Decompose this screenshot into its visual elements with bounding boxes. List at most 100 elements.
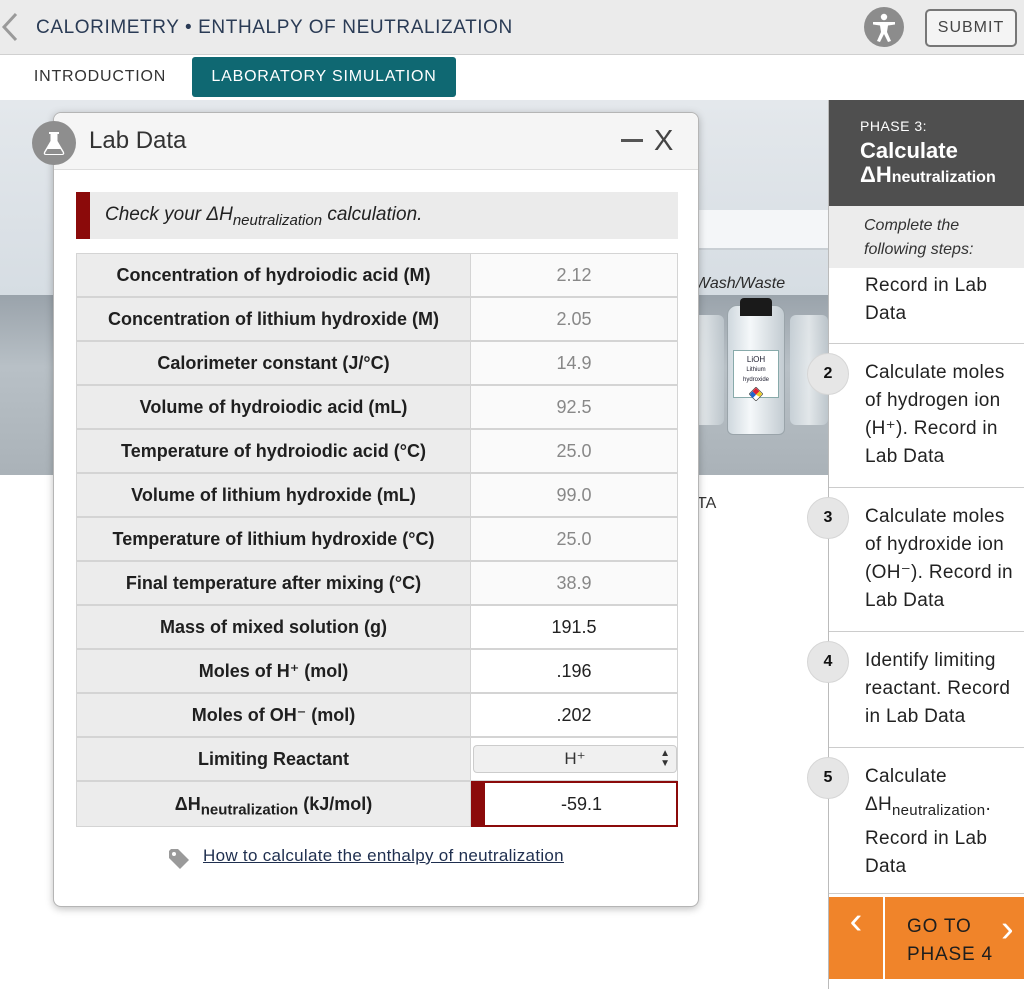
row-label: Temperature of hydroiodic acid (°C) — [77, 430, 471, 472]
accessibility-icon[interactable] — [864, 7, 904, 47]
modal-header: Lab Data X — [32, 113, 698, 170]
app-title: CALORIMETRY • ENTHALPY OF NEUTRALIZATION — [36, 17, 513, 38]
step-number: 4 — [807, 641, 849, 683]
limiting-reactant-select[interactable]: H⁺ ▲ ▼ — [473, 745, 677, 773]
row-value: 25.0 — [471, 430, 677, 472]
lab-data-modal: Lab Data X Check your ΔHneutralization c… — [32, 112, 699, 907]
partial-label: TA — [697, 495, 717, 512]
row-label: Concentration of hydroiodic acid (M) — [77, 254, 471, 296]
tab-introduction[interactable]: INTRODUCTION — [30, 57, 170, 97]
step-text: Record in Lab Data — [865, 275, 988, 324]
phase-header: PHASE 3: Calculate ΔHneutralization — [829, 100, 1024, 206]
table-row: Mass of mixed solution (g) 191.5 — [76, 605, 678, 649]
table-row: Final temperature after mixing (°C) 38.9 — [76, 561, 678, 605]
row-value: 38.9 — [471, 562, 677, 604]
phase-title-word: Calculate — [860, 138, 958, 163]
step-number: 2 — [807, 353, 849, 395]
notice-accent-bar — [76, 192, 90, 239]
row-label-sub: neutralization — [200, 801, 299, 819]
row-label: Limiting Reactant — [77, 738, 471, 780]
error-indicator — [473, 783, 485, 825]
notice-sub: neutralization — [232, 211, 323, 229]
top-bar: CALORIMETRY • ENTHALPY OF NEUTRALIZATION… — [0, 0, 1024, 55]
mass-input[interactable]: 191.5 — [471, 606, 677, 648]
row-label: Final temperature after mixing (°C) — [77, 562, 471, 604]
step-5: 5 Calculate ΔHneutralization. Record in … — [807, 748, 1024, 894]
go-to-phase-4-button[interactable]: ‹ GO TO PHASE 4 › — [829, 897, 1024, 979]
submit-button[interactable]: SUBMIT — [925, 9, 1017, 47]
tag-icon — [169, 849, 189, 869]
modal-title: Lab Data — [89, 127, 187, 154]
table-row: Moles of H⁺ (mol) .196 — [76, 649, 678, 693]
notice-suffix: calculation. — [322, 204, 423, 225]
steps-intro: Complete the following steps: — [829, 206, 1024, 268]
row-label-prefix: ΔH — [174, 794, 201, 814]
row-value: 25.0 — [471, 518, 677, 560]
step-text: Identify limiting reactant. Record in La… — [865, 650, 1011, 727]
step-number: 5 — [807, 757, 849, 799]
row-label: ΔHneutralization (kJ/mol) — [77, 782, 471, 826]
bottle-label-formula: LiOH — [746, 355, 766, 364]
chevron-left-icon[interactable]: ‹ — [829, 897, 885, 979]
row-label: Concentration of lithium hydroxide (M) — [77, 298, 471, 340]
table-row: Concentration of hydroiodic acid (M) 2.1… — [76, 253, 678, 297]
help-link[interactable]: How to calculate the enthalpy of neutral… — [203, 846, 564, 866]
moles-oh-input[interactable]: .202 — [471, 694, 677, 736]
row-value: 2.05 — [471, 298, 677, 340]
flask-icon — [32, 121, 76, 165]
phase-panel: PHASE 3: Calculate ΔHneutralization Comp… — [807, 100, 1024, 989]
step-3: 3 Calculate moles of hydroxide ion (OH⁻)… — [807, 488, 1024, 632]
chevron-right-icon[interactable]: › — [1001, 905, 1014, 953]
chevron-left-icon[interactable] — [0, 12, 20, 42]
phase-title-dh-symbol: ΔH — [860, 162, 892, 187]
minimize-icon[interactable] — [621, 139, 643, 142]
bottle-label: LiOH Lithium hydroxide — [733, 350, 779, 402]
row-label: Mass of mixed solution (g) — [77, 606, 471, 648]
row-label: Moles of OH⁻ (mol) — [77, 694, 471, 736]
tab-laboratory-simulation[interactable]: LABORATORY SIMULATION — [192, 57, 456, 97]
phase-title-sub: neutralization — [891, 169, 996, 186]
phase-title: Calculate ΔHneutralization — [860, 139, 1024, 190]
select-value: H⁺ — [564, 749, 586, 768]
table-row: ΔHneutralization (kJ/mol) -59.1 — [76, 781, 678, 827]
row-label: Moles of H⁺ (mol) — [77, 650, 471, 692]
row-value: 99.0 — [471, 474, 677, 516]
wash-waste-label: Wash/Waste — [695, 275, 786, 292]
table-row: Temperature of hydroiodic acid (°C) 25.0 — [76, 429, 678, 473]
tab-bar: INTRODUCTION LABORATORY SIMULATION — [0, 55, 1024, 100]
notice-text: Check your ΔHneutralization calculation. — [105, 204, 422, 229]
select-arrows-icon: ▲ ▼ — [660, 748, 670, 769]
table-row: Temperature of lithium hydroxide (°C) 25… — [76, 517, 678, 561]
enthalpy-input[interactable]: -59.1 — [471, 781, 678, 827]
row-label: Temperature of lithium hydroxide (°C) — [77, 518, 471, 560]
row-value: 14.9 — [471, 342, 677, 384]
step-2: 2 Calculate moles of hydrogen ion (H⁺). … — [807, 344, 1024, 488]
step-text: Calculate moles of hydroxide ion (OH⁻). … — [865, 506, 1013, 611]
go-to-phase-label: GO TO PHASE 4 — [907, 916, 993, 965]
hazard-diamond-icon — [748, 386, 764, 402]
table-row: Calorimeter constant (J/°C) 14.9 — [76, 341, 678, 385]
step-text-sub: neutralization — [892, 801, 986, 819]
row-label-suffix: (kJ/mol) — [298, 794, 373, 814]
table-row: Concentration of lithium hydroxide (M) 2… — [76, 297, 678, 341]
step-text: Calculate moles of hydrogen ion (H⁺). Re… — [865, 362, 1005, 467]
table-row: Volume of hydroiodic acid (mL) 92.5 — [76, 385, 678, 429]
row-value: 92.5 — [471, 386, 677, 428]
table-row: Volume of lithium hydroxide (mL) 99.0 — [76, 473, 678, 517]
row-label: Volume of hydroiodic acid (mL) — [77, 386, 471, 428]
moles-h-input[interactable]: .196 — [471, 650, 677, 692]
phase-label: PHASE 3: — [860, 118, 928, 134]
close-icon[interactable]: X — [654, 125, 673, 158]
phase-title-dh: ΔHneutralization — [860, 163, 1024, 190]
step-text: Calculate ΔHneutralization. Record in La… — [865, 763, 1024, 881]
table-row: Limiting Reactant H⁺ ▲ ▼ — [76, 737, 678, 781]
row-value: 2.12 — [471, 254, 677, 296]
feedback-notice: Check your ΔHneutralization calculation. — [76, 192, 678, 239]
row-label: Calorimeter constant (J/°C) — [77, 342, 471, 384]
enthalpy-value: -59.1 — [560, 794, 603, 814]
step-number: 3 — [807, 497, 849, 539]
row-label: Volume of lithium hydroxide (mL) — [77, 474, 471, 516]
step-1: Record in Lab Data — [829, 268, 1024, 344]
bottle-cap — [740, 298, 772, 316]
step-4: 4 Identify limiting reactant. Record in … — [807, 632, 1024, 748]
